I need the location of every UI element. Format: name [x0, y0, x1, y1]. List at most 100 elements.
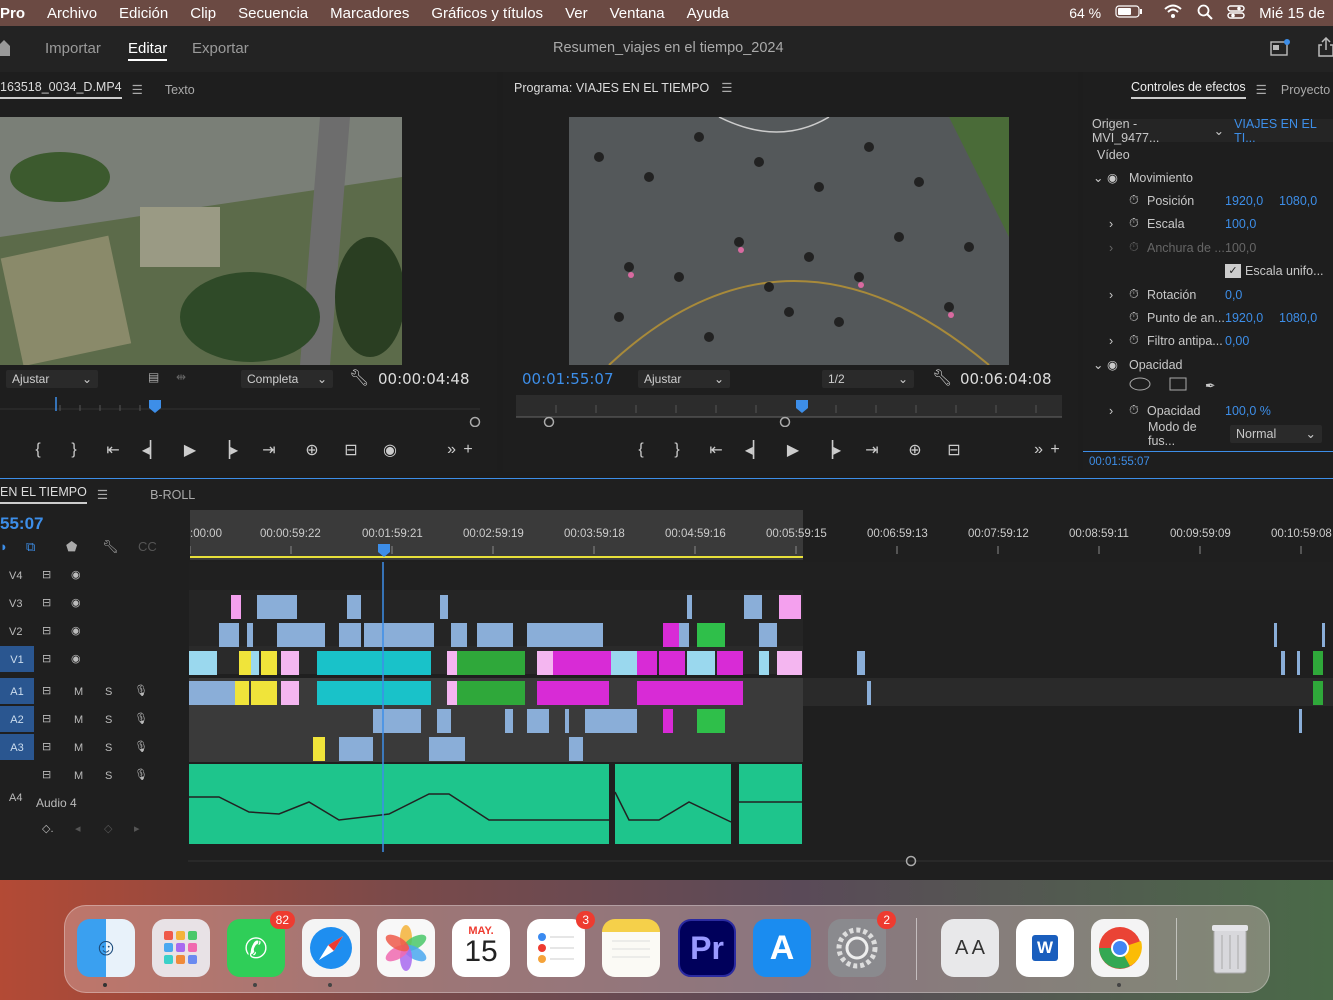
add-keyframe-icon[interactable]: ◇	[104, 822, 112, 835]
chevron-down-icon[interactable]: ⌄	[1214, 123, 1224, 138]
marker-icon[interactable]: ⬟	[66, 539, 77, 555]
eye-icon[interactable]: ◉	[71, 568, 81, 581]
calendar-icon[interactable]: MAY. 15	[452, 919, 510, 977]
insert-clip-icon[interactable]: ⊕	[292, 440, 332, 460]
mute-button[interactable]: M	[74, 770, 83, 782]
tab-exportar[interactable]: Exportar	[192, 40, 249, 57]
font-book-icon[interactable]: A A	[941, 919, 999, 977]
panel-menu-icon[interactable]: ☰	[721, 80, 732, 95]
more-icon[interactable]: »	[410, 441, 456, 459]
more-icon[interactable]: »	[973, 441, 1043, 459]
menubar-date[interactable]: Mié 15 de	[1259, 5, 1325, 22]
timeline-playhead-timecode[interactable]: 55:07	[0, 514, 43, 534]
program-title[interactable]: Programa: VIAJES EN EL TIEMPO	[514, 81, 709, 95]
toggle-sync-icon[interactable]: ⊟	[42, 740, 51, 753]
eye-icon[interactable]: ◉	[71, 596, 81, 609]
escala-value[interactable]: 100,0	[1225, 217, 1256, 231]
premiere-pro-icon[interactable]: Pr	[678, 919, 736, 977]
track-label[interactable]: V2	[9, 626, 22, 638]
rotacion-value[interactable]: 0,0	[1225, 288, 1242, 302]
origin-label[interactable]: Origen - MVI_9477...	[1092, 117, 1204, 145]
insert-icon[interactable]: ⇹	[176, 370, 186, 384]
tab-b-roll[interactable]: B-ROLL	[150, 488, 195, 502]
chrome-icon[interactable]	[1091, 919, 1149, 987]
eye-icon[interactable]: ◉	[71, 624, 81, 637]
eye-icon[interactable]: ◉	[1107, 170, 1129, 185]
control-center-icon[interactable]	[1227, 4, 1245, 23]
track-label[interactable]: A2	[0, 706, 34, 732]
battery-icon[interactable]	[1115, 5, 1143, 21]
menu-ventana[interactable]: Ventana	[610, 5, 665, 22]
workspace-icon[interactable]	[1270, 39, 1290, 61]
stopwatch-icon[interactable]: ⏱︎	[1129, 193, 1147, 208]
menu-graficos[interactable]: Gráficos y títulos	[431, 5, 543, 22]
track-label[interactable]: A1	[0, 678, 34, 704]
panel-menu-icon[interactable]: ☰	[132, 82, 143, 97]
wifi-icon[interactable]	[1163, 4, 1183, 22]
photos-icon[interactable]	[377, 919, 435, 977]
toggle-sync-icon[interactable]: ⊟	[42, 568, 51, 581]
go-to-out-icon[interactable]: ⇥	[849, 440, 895, 460]
solo-button[interactable]: S	[105, 714, 112, 726]
chevron-right-icon[interactable]: ›	[1109, 288, 1129, 302]
reminders-icon[interactable]: 3	[527, 911, 595, 977]
posicion-x[interactable]: 1920,0	[1225, 194, 1279, 208]
microphone-icon[interactable]: 🎙︎	[134, 684, 148, 697]
toggle-sync-icon[interactable]: ⊟	[42, 768, 51, 781]
solo-button[interactable]: S	[105, 686, 112, 698]
wrench-icon[interactable]: 🔧︎	[349, 368, 369, 388]
track-label[interactable]: V1	[0, 646, 34, 672]
opacidad-value[interactable]: 100,0 %	[1225, 404, 1271, 418]
stopwatch-icon[interactable]: ⏱︎	[1129, 287, 1147, 302]
finder-icon[interactable]: ☺	[77, 919, 135, 987]
eye-icon[interactable]: ◉	[1107, 357, 1129, 372]
tab-proyecto[interactable]: Proyecto	[1281, 83, 1330, 97]
next-keyframe-icon[interactable]: ▸	[134, 822, 140, 835]
snap-icon[interactable]: ◗	[0, 539, 8, 554]
sequence-label[interactable]: VIAJES EN EL TI...	[1234, 117, 1333, 145]
tab-sequence-viajes[interactable]: EN EL TIEMPO	[0, 485, 87, 504]
menu-edicion[interactable]: Edición	[119, 5, 168, 22]
microphone-icon[interactable]: 🎙︎	[134, 768, 148, 781]
mute-button[interactable]: M	[74, 686, 83, 698]
overwrite-icon[interactable]: ⊟	[332, 440, 370, 460]
word-icon[interactable]: W	[1016, 919, 1074, 977]
toggle-sync-icon[interactable]: ⊟	[42, 596, 51, 609]
stopwatch-icon[interactable]: ⏱︎	[1129, 310, 1147, 325]
camera-icon[interactable]: ◉	[370, 440, 410, 460]
microphone-icon[interactable]: 🎙︎	[134, 740, 148, 753]
toggle-sync-icon[interactable]: ⊟	[42, 712, 51, 725]
notes-icon[interactable]	[602, 919, 660, 977]
menu-archivo[interactable]: Archivo	[47, 5, 97, 22]
modo-fusion-dropdown[interactable]: Normal ⌄	[1230, 424, 1322, 443]
mark-in-icon[interactable]: {	[20, 441, 56, 459]
prev-keyframe-icon[interactable]: ◂	[75, 822, 81, 835]
track-label[interactable]: A3	[0, 734, 34, 760]
stopwatch-icon[interactable]: ⏱︎	[1129, 333, 1147, 348]
chevron-right-icon[interactable]: ›	[1109, 334, 1129, 348]
tab-editar[interactable]: Editar	[128, 40, 168, 61]
posicion-y[interactable]: 1080,0	[1279, 194, 1317, 208]
play-icon[interactable]: ▶	[170, 440, 210, 460]
solo-button[interactable]: S	[105, 742, 112, 754]
lift-icon[interactable]: ⊕	[895, 440, 935, 460]
go-to-in-icon[interactable]: ⇤	[92, 440, 134, 460]
program-scrub-bar[interactable]	[516, 395, 1066, 428]
punto-x[interactable]: 1920,0	[1225, 311, 1279, 325]
chevron-right-icon[interactable]: ›	[1109, 217, 1129, 231]
trash-icon[interactable]	[1201, 919, 1259, 977]
chevron-down-icon[interactable]: ⌄	[1093, 170, 1107, 185]
track-label[interactable]: A4	[9, 792, 22, 804]
menu-marcadores[interactable]: Marcadores	[330, 5, 409, 22]
safari-icon[interactable]	[302, 919, 360, 987]
play-icon[interactable]: ▶	[773, 440, 813, 460]
home-icon[interactable]	[0, 40, 10, 60]
stopwatch-icon[interactable]: ⏱︎	[1129, 403, 1147, 418]
filtro-value[interactable]: 0,00	[1225, 334, 1249, 348]
timeline-scrollbar[interactable]	[188, 854, 1333, 868]
app-menu[interactable]: Pro	[0, 5, 25, 22]
tracks-area[interactable]	[189, 562, 1333, 852]
program-quality-dropdown[interactable]: 1/2 ⌄	[822, 370, 914, 388]
launchpad-icon[interactable]	[152, 919, 210, 977]
panel-menu-icon[interactable]: ☰	[1256, 82, 1267, 97]
